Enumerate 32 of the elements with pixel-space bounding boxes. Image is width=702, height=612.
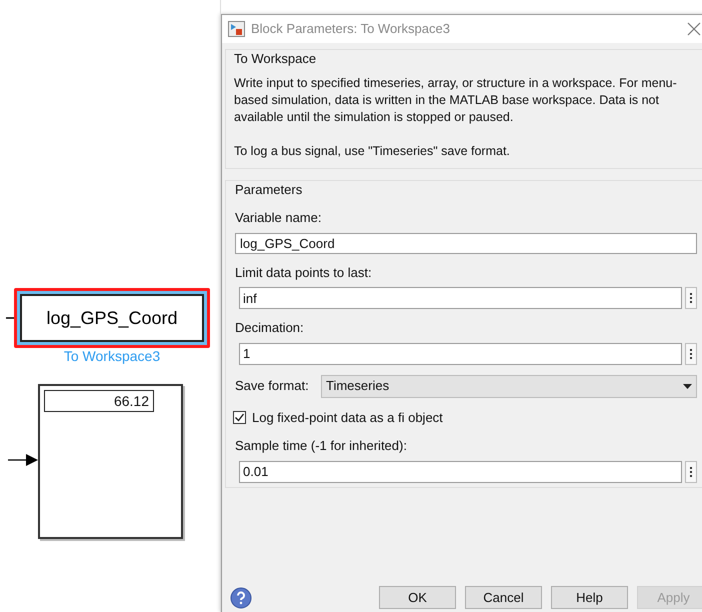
dialog-button[interactable]: Help [551, 586, 628, 609]
more-options-button[interactable] [685, 460, 697, 482]
text-field[interactable]: inf [239, 287, 682, 309]
window-title: Block Parameters: To Workspace3 [251, 20, 451, 38]
more-options-button[interactable] [685, 287, 697, 309]
group-title: Parameters [235, 180, 304, 198]
dialog-button[interactable]: OK [379, 586, 456, 609]
group-title: To Workspace [234, 50, 318, 68]
field-label: Save format: [235, 377, 310, 396]
caret-icon [683, 384, 692, 388]
description-text: To log a bus signal, use "Timeseries" save format. [234, 142, 511, 160]
field-label: Decimation: [235, 319, 305, 337]
block-label: To Workspace3 [62, 347, 162, 366]
text-field[interactable]: log_GPS_Coord [235, 232, 697, 254]
checkbox-label: Log fixed-point data as a fi object [252, 408, 443, 427]
block-icon [228, 21, 245, 37]
checkbox[interactable] [233, 410, 246, 424]
workspace-block[interactable]: log_GPS_Coord [14, 288, 210, 348]
signal-arrow [8, 453, 38, 467]
field-label: Limit data points to last: [235, 264, 373, 282]
field-label: Variable name: [235, 209, 322, 227]
dialog-button[interactable]: Cancel [465, 586, 542, 609]
block-name: log_GPS_Coord [20, 294, 204, 342]
more-options-button[interactable] [685, 342, 697, 364]
text-field[interactable]: 1 [239, 342, 682, 364]
display-value: 66.12 [44, 390, 154, 412]
display-block[interactable]: 66.12 [38, 384, 183, 539]
dropdown[interactable]: Timeseries [321, 374, 697, 398]
description-text: Write input to specified timeseries, array, or structure in a workspace. For menu-based simulation, data is written in the MATLAB base workspace. Data is not available until the simulation is stopped or paused. [234, 74, 678, 126]
help-icon[interactable] [230, 586, 252, 608]
text-field[interactable]: 0.01 [239, 460, 682, 482]
field-label: Sample time (-1 for inherited): [235, 437, 408, 455]
